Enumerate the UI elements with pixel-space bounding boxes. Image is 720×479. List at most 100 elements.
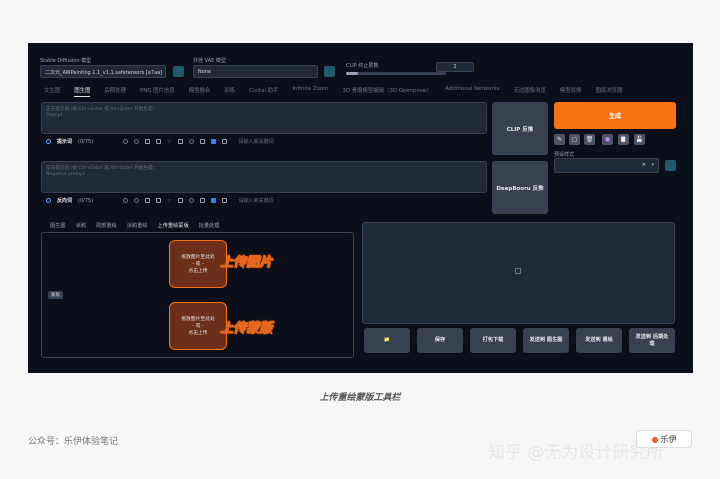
square-icon[interactable]: ◻ bbox=[569, 134, 580, 145]
negative-label: 反向词 bbox=[57, 198, 73, 204]
prompt-placeholder-2: Prompt bbox=[46, 113, 63, 118]
extra-checkbox[interactable] bbox=[221, 139, 227, 144]
clipboard-icon[interactable]: 📋 bbox=[618, 134, 629, 145]
refresh-vae-icon[interactable] bbox=[324, 66, 335, 77]
tab-12[interactable]: 图库浏览器 bbox=[595, 86, 622, 97]
send-to-inpaint-button[interactable]: 发送到 重绘 bbox=[576, 328, 622, 353]
minus-icon[interactable] bbox=[134, 139, 140, 144]
neg-translate-icon[interactable] bbox=[188, 198, 194, 203]
clip-interrogate-button[interactable]: CLIP 反推 bbox=[492, 102, 548, 155]
deepbooru-button[interactable]: DeepBooru 反推 bbox=[492, 161, 548, 214]
subtab-0[interactable]: 图生图 bbox=[50, 222, 66, 229]
prompt-label: 提示词 bbox=[57, 139, 73, 145]
trash-style-icon[interactable]: 🗑 bbox=[584, 134, 595, 145]
tab-2[interactable]: 后期处理 bbox=[104, 86, 126, 97]
undo-icon[interactable] bbox=[177, 139, 183, 144]
neg-copy-icon[interactable] bbox=[145, 198, 151, 203]
model-label: Stable Diffusion 模型 bbox=[40, 58, 92, 64]
neg-minus-icon[interactable] bbox=[134, 198, 140, 203]
neg-star-icon[interactable]: ☆ bbox=[167, 198, 171, 204]
image-dropzone[interactable]: 拖放图片至此处 - 或 - 点击上传 bbox=[169, 240, 227, 288]
copy-icon[interactable] bbox=[145, 139, 151, 144]
negative-collapse-icon[interactable] bbox=[46, 198, 51, 203]
mask-badge: 蒙版 bbox=[48, 291, 63, 299]
paste-icon[interactable] bbox=[156, 139, 162, 144]
preset-style-select[interactable]: × ▾ bbox=[554, 158, 659, 173]
subtab-1[interactable]: 涂鸦 bbox=[76, 222, 86, 229]
clip-label: CLIP 终止层数 bbox=[346, 63, 379, 69]
mask-dropzone-line1: 拖放图片至此处 bbox=[181, 316, 215, 322]
neg-settings-icon[interactable] bbox=[123, 198, 129, 203]
tab-6[interactable]: Civitai 助手 bbox=[249, 86, 278, 97]
figure-caption: 上传重绘蒙版工具栏 bbox=[319, 393, 401, 403]
prompt-input[interactable]: 正向提示词 (按 Ctrl+Enter 或 Alt+Enter 开始生成) Pr… bbox=[41, 102, 487, 134]
clip-slider-fill bbox=[346, 72, 358, 75]
save-button[interactable]: 保存 bbox=[417, 328, 463, 353]
neg-trash-icon[interactable] bbox=[199, 198, 205, 203]
mask-dropzone-line2: - 或 - bbox=[192, 323, 204, 329]
dropzone-line1: 拖放图片至此处 bbox=[181, 254, 215, 260]
zip-download-button[interactable]: 打包下载 bbox=[470, 328, 516, 353]
chevron-down-icon: ▾ bbox=[651, 162, 654, 168]
tab-8[interactable]: 3D 骨骼模型编辑（3D Openpose） bbox=[342, 86, 431, 97]
neg-extra-checkbox[interactable] bbox=[221, 198, 227, 203]
prompt-toolbar: 提示词 (0/75) ☆ 请输入新关键词 bbox=[46, 138, 274, 145]
generate-button[interactable]: 生成 bbox=[554, 102, 676, 129]
clip-slider[interactable] bbox=[346, 72, 446, 75]
subtab-4[interactable]: 上传重绘蒙版 bbox=[158, 222, 189, 229]
logo-badge: ● 乐伊 bbox=[636, 430, 692, 448]
neg-paste-icon[interactable] bbox=[156, 198, 162, 203]
image-placeholder-icon bbox=[515, 268, 521, 274]
neg-undo-icon[interactable] bbox=[177, 198, 183, 203]
mask-dropzone[interactable]: 拖放图片至此处 - 或 - 点击上传 bbox=[169, 302, 227, 350]
clear-icon[interactable]: × bbox=[642, 162, 646, 168]
subtab-5[interactable]: 批量处理 bbox=[199, 222, 220, 229]
output-gallery bbox=[362, 222, 675, 324]
mask-dropzone-line3: 点击上传 bbox=[188, 330, 208, 336]
tab-1[interactable]: 图生图 bbox=[74, 86, 91, 97]
dropzone-line2: - 或 - bbox=[192, 261, 204, 267]
send-to-img2img-button[interactable]: 发送到 图生图 bbox=[523, 328, 569, 353]
trash-icon[interactable] bbox=[199, 139, 205, 144]
prompt-collapse-icon[interactable] bbox=[46, 139, 51, 144]
clip-value-input[interactable]: 2 bbox=[436, 62, 474, 72]
img2img-subtabs: 图生图 涂鸦 局部重绘 涂鸦重绘 上传重绘蒙版 批量处理 bbox=[50, 222, 219, 229]
tab-3[interactable]: PNG 图片信息 bbox=[140, 86, 175, 97]
dropzone-line3: 点击上传 bbox=[188, 268, 208, 274]
negative-count: (0/75) bbox=[78, 197, 94, 204]
translate-icon[interactable] bbox=[188, 139, 194, 144]
negative-prompt-input[interactable]: 反向提示词 (按 Ctrl+Enter 或 Alt+Enter 开始生成) Ne… bbox=[41, 161, 487, 193]
callout-upload-image: 上传图片 bbox=[220, 255, 273, 271]
vae-label: 外挂 VAE 模型 bbox=[193, 58, 226, 64]
subtab-3[interactable]: 涂鸦重绘 bbox=[127, 222, 148, 229]
subtab-2[interactable]: 局部重绘 bbox=[96, 222, 117, 229]
style-dot-icon[interactable]: ● bbox=[602, 134, 613, 145]
settings-icon[interactable] bbox=[123, 139, 129, 144]
tab-11[interactable]: 模型转换 bbox=[560, 86, 582, 97]
edit-icon[interactable]: ✎ bbox=[554, 134, 565, 145]
preset-style-label: 预设样式 bbox=[554, 152, 575, 158]
tab-7[interactable]: Infinite Zoom bbox=[292, 86, 328, 97]
neg-auto-checkbox[interactable] bbox=[210, 198, 216, 203]
tab-4[interactable]: 模型融合 bbox=[189, 86, 211, 97]
model-select[interactable]: 二次元_AWPainting 1.1_v1.1.safetensors [e7a… bbox=[40, 65, 166, 78]
tab-5[interactable]: 训练 bbox=[224, 86, 235, 97]
tab-10[interactable]: 无边图像浏览 bbox=[514, 86, 546, 97]
save-style-icon[interactable]: 💾 bbox=[634, 134, 645, 145]
refresh-model-icon[interactable] bbox=[173, 66, 184, 77]
tab-9[interactable]: Additional Networks bbox=[445, 86, 499, 97]
footer-account: 公众号：乐伊体验笔记 bbox=[28, 437, 119, 447]
negative-keyword-input[interactable]: 请输入新关键词 bbox=[239, 197, 274, 204]
negative-toolbar: 反向词 (0/75) ☆ 请输入新关键词 bbox=[46, 197, 274, 204]
open-folder-button[interactable]: 📁 bbox=[364, 328, 410, 353]
tab-0[interactable]: 文生图 bbox=[44, 86, 60, 97]
star-icon[interactable]: ☆ bbox=[167, 139, 171, 145]
prompt-count: (0/75) bbox=[78, 138, 94, 145]
apply-style-icon[interactable] bbox=[665, 160, 676, 171]
prompt-keyword-input[interactable]: 请输入新关键词 bbox=[239, 138, 274, 145]
negative-placeholder-2: Negative prompt bbox=[46, 172, 85, 177]
send-to-extras-button[interactable]: 发送到 后期处理 bbox=[629, 328, 675, 353]
webui-screenshot: Stable Diffusion 模型 二次元_AWPainting 1.1_v… bbox=[28, 43, 693, 373]
auto-checkbox[interactable] bbox=[210, 139, 216, 144]
vae-select[interactable]: None bbox=[193, 65, 318, 78]
